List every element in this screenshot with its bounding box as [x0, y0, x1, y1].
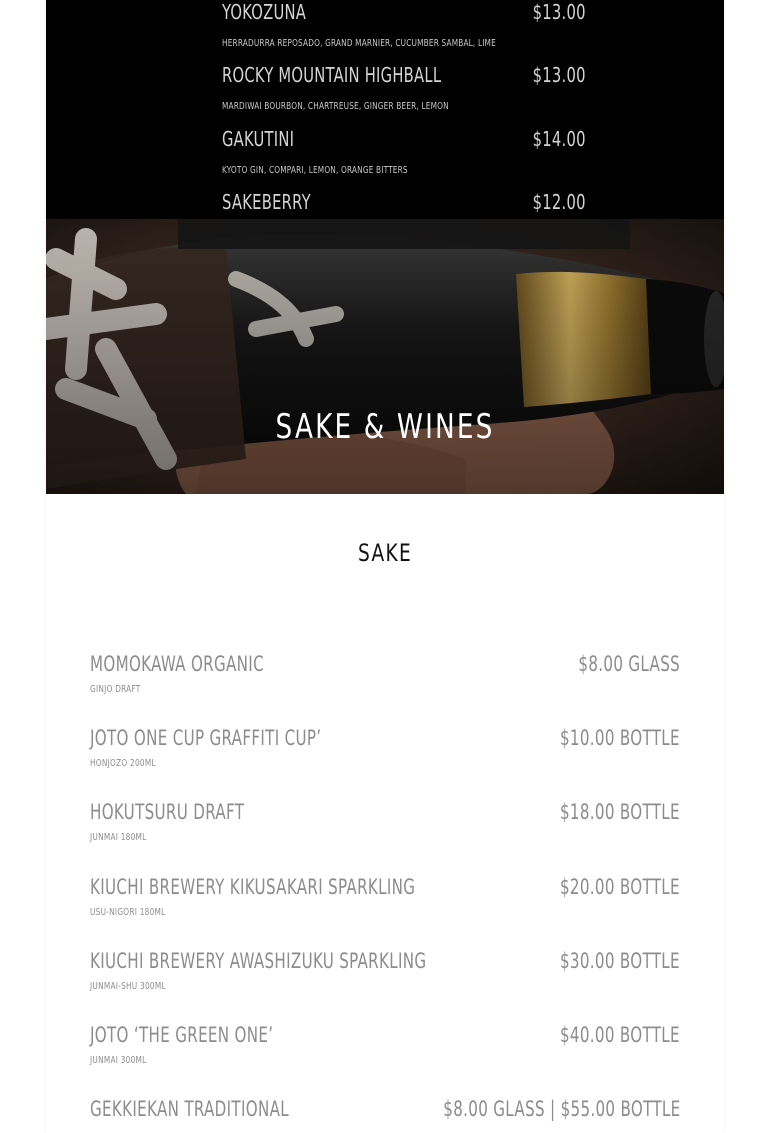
sake-section-title: Sake — [358, 539, 412, 567]
menu-item: Hokutsuru Draft $18.00 Bottle Junmai 180… — [90, 799, 680, 859]
cocktail-price: $12.00 — [532, 190, 586, 214]
menu-item-name: Joto ‘The Green One’ — [90, 1023, 274, 1047]
menu-item: Gekkiekan Traditional $8.00 Glass | $55.… — [90, 1096, 680, 1133]
menu-item-name: Gekkiekan Traditional — [90, 1097, 289, 1121]
menu-item-description: Junmai 300ml — [90, 1055, 147, 1066]
menu-item-description: Usu-Nigori 180ml — [90, 907, 166, 918]
cocktail-description: Mardiwai bourbon, Chartreuse, ginger bee… — [222, 101, 449, 112]
cocktail-name: Gakutini — [222, 127, 295, 151]
cocktail-price: $14.00 — [532, 127, 586, 151]
menu-page: Yokozuna $13.00 Herradurra reposado, Gra… — [46, 0, 724, 1133]
menu-item: Kiuchi Brewery Awashizuku Sparkling $30.… — [90, 948, 680, 1008]
cocktail-name: Rocky Mountain Highball — [222, 63, 442, 87]
cocktail-description: Herradurra reposado, Grand Marnier, cucu… — [222, 38, 496, 49]
menu-item-price: $8.00 Glass | $55.00 Bottle — [442, 1097, 680, 1121]
menu-item: Joto ‘The Green One’ $40.00 Bottle Junma… — [90, 1022, 680, 1082]
menu-item-price: $30.00 Bottle — [560, 949, 680, 973]
menu-item-description: Junmai-Shu 300ml — [90, 981, 166, 992]
cocktail-price: $13.00 — [532, 0, 586, 24]
cocktail-section: Yokozuna $13.00 Herradurra reposado, Gra… — [46, 0, 724, 219]
menu-item: Kiuchi Brewery Kikusakari Sparkling $20.… — [90, 874, 680, 934]
overlay-strip — [178, 219, 630, 249]
sake-hero-banner: Sake & Wines — [46, 219, 724, 494]
section-banner-title: Sake & Wines — [275, 407, 495, 447]
cocktail-price: $13.00 — [532, 63, 586, 87]
menu-item-name: Kiuchi Brewery Awashizuku Sparkling — [90, 949, 427, 973]
menu-item-price: $18.00 Bottle — [560, 800, 680, 824]
menu-item-description: Honjozo 200ml — [90, 758, 156, 769]
menu-item-name: Momokawa Organic — [90, 652, 264, 676]
cocktail-name: Yokozuna — [222, 0, 307, 24]
menu-item-name: Kiuchi Brewery Kikusakari Sparkling — [90, 875, 416, 899]
menu-item-name: Hokutsuru Draft — [90, 800, 245, 824]
menu-item-name: Joto One Cup Graffiti Cup’ — [90, 726, 322, 750]
menu-item-description: Ginjo Draft — [90, 684, 141, 695]
menu-item: Momokawa Organic $8.00 Glass Ginjo Draft — [90, 651, 680, 711]
menu-item-price: $8.00 Glass — [578, 652, 680, 676]
menu-item: Joto One Cup Graffiti Cup’ $10.00 Bottle… — [90, 725, 680, 785]
cocktail-description: Kyoto gin, Compari, lemon, orange bitter… — [222, 165, 408, 176]
menu-item-description: Junmai 180ml — [90, 832, 147, 843]
menu-item-price: $40.00 Bottle — [560, 1023, 680, 1047]
cocktail-name: Sakeberry — [222, 190, 311, 214]
menu-item-price: $20.00 Bottle — [560, 875, 680, 899]
sake-bottle-photo — [46, 219, 724, 494]
menu-item-price: $10.00 Bottle — [560, 726, 680, 750]
